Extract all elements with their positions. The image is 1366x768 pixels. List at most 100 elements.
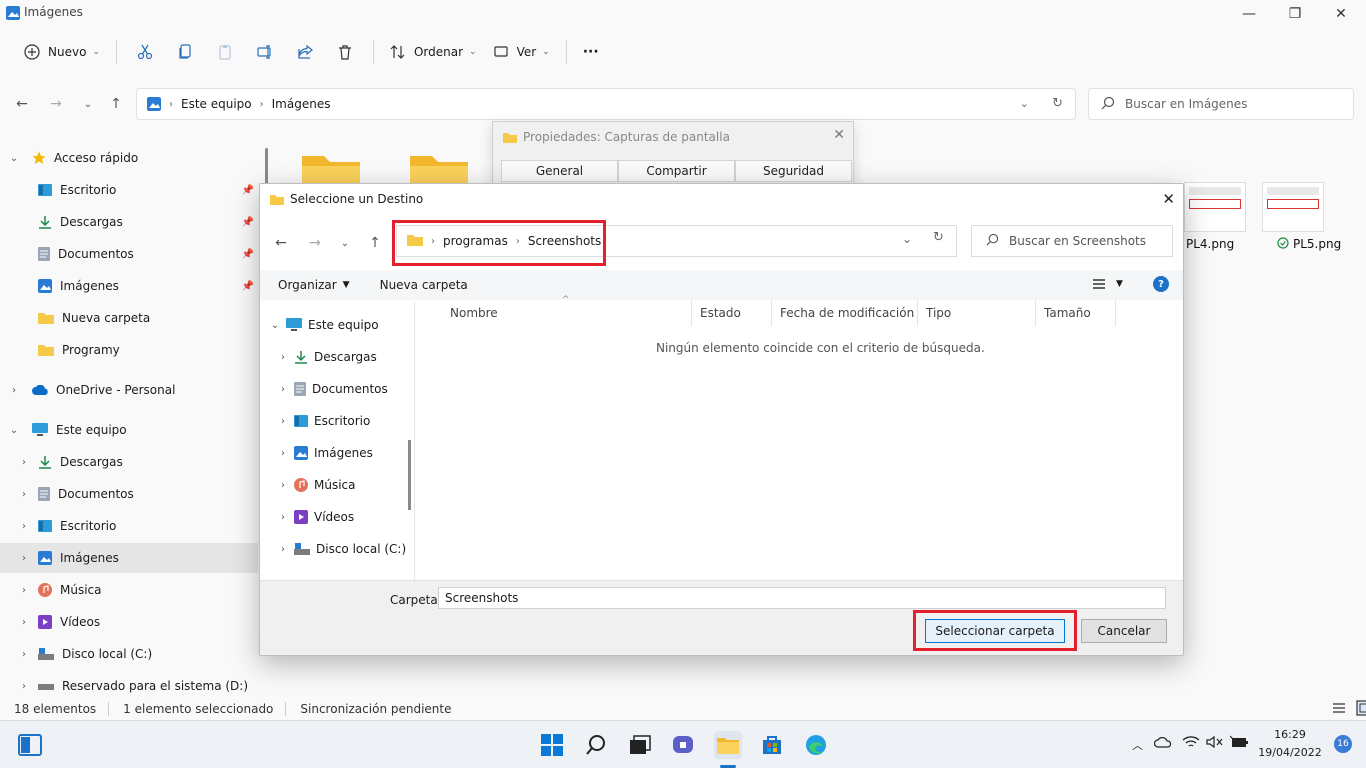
- sort-button[interactable]: Ordenar ⌄: [382, 36, 485, 68]
- details-view-icon[interactable]: [1332, 701, 1346, 718]
- task-view-icon[interactable]: [626, 731, 654, 759]
- new-button[interactable]: Nuevo ⌄: [16, 36, 108, 68]
- onedrive-tray-icon[interactable]: [1153, 736, 1172, 751]
- column-tamano[interactable]: Tamaño: [1036, 300, 1116, 326]
- wifi-icon[interactable]: [1182, 735, 1200, 752]
- recent-locations-button[interactable]: ⌄: [76, 92, 100, 116]
- pin-icon[interactable]: 📌: [242, 217, 254, 228]
- file-name-pl5[interactable]: PL5.png: [1293, 237, 1341, 251]
- dialog-search-box[interactable]: Buscar en Screenshots: [971, 225, 1173, 257]
- organize-button[interactable]: Organizar ▼: [278, 278, 350, 292]
- pin-icon[interactable]: 📌: [242, 281, 254, 292]
- sidebar-item-programy[interactable]: Programy: [0, 335, 258, 365]
- sidebar-pc-musica[interactable]: › Música: [16, 575, 274, 605]
- sidebar-quick-access[interactable]: ⌄ Acceso rápido: [6, 143, 264, 173]
- volume-muted-icon[interactable]: [1206, 735, 1224, 752]
- search-taskbar-icon[interactable]: [582, 731, 610, 759]
- tab-compartir[interactable]: Compartir: [618, 160, 735, 182]
- sidebar-pc-escritorio[interactable]: › Escritorio: [16, 511, 274, 541]
- edge-browser-icon[interactable]: [802, 731, 830, 759]
- tree-disco-c[interactable]: › Disco local (C:): [276, 534, 408, 564]
- dialog-refresh-icon[interactable]: ↻: [933, 230, 944, 245]
- dialog-recent-button[interactable]: ⌄: [334, 232, 356, 254]
- tree-musica[interactable]: › Música: [276, 470, 408, 500]
- address-bar[interactable]: › Este equipo › Imágenes ⌄ ↻: [136, 88, 1076, 120]
- refresh-icon[interactable]: ↻: [1052, 96, 1063, 111]
- share-button[interactable]: [285, 36, 325, 68]
- sidebar-pc-disco-c[interactable]: › Disco local (C:): [16, 639, 274, 669]
- breadcrumb-this-pc[interactable]: Este equipo: [181, 97, 252, 111]
- teams-chat-icon[interactable]: [670, 731, 698, 759]
- search-box[interactable]: Buscar en Imágenes: [1088, 88, 1354, 120]
- system-clock[interactable]: 16:29 19/04/2022: [1258, 726, 1322, 762]
- sidebar-pc-documentos[interactable]: › Documentos: [16, 479, 274, 509]
- pin-icon[interactable]: 📌: [242, 185, 254, 196]
- dialog-back-button[interactable]: ←: [270, 232, 292, 254]
- file-name-pl4[interactable]: PL4.png: [1186, 237, 1234, 251]
- image-thumbnail[interactable]: [1184, 182, 1246, 232]
- tree-videos[interactable]: › Vídeos: [276, 502, 408, 532]
- file-explorer-taskbar-icon[interactable]: [714, 731, 742, 759]
- tree-this-pc[interactable]: ⌄ Este equipo: [268, 310, 408, 340]
- tree-escritorio[interactable]: › Escritorio: [276, 406, 408, 436]
- cancel-button[interactable]: Cancelar: [1081, 619, 1167, 643]
- maximize-button[interactable]: ❐: [1272, 0, 1318, 28]
- paste-button[interactable]: [205, 36, 245, 68]
- tiles-view-icon[interactable]: [1356, 700, 1366, 719]
- show-hidden-icons-icon[interactable]: ︿: [1132, 737, 1143, 753]
- forward-button[interactable]: →: [44, 92, 68, 116]
- up-button[interactable]: ↑: [104, 92, 128, 116]
- sidebar-item-escritorio[interactable]: Escritorio 📌: [0, 175, 258, 205]
- dialog-up-button[interactable]: ↑: [364, 232, 386, 254]
- tree-documentos[interactable]: › Documentos: [276, 374, 408, 404]
- cut-button[interactable]: [125, 36, 165, 68]
- new-folder-button[interactable]: Nueva carpeta: [380, 278, 468, 292]
- folder-name-input[interactable]: Screenshots: [438, 587, 1166, 609]
- close-window-button[interactable]: ✕: [1318, 0, 1364, 28]
- sidebar-item-descargas[interactable]: Descargas 📌: [0, 207, 258, 237]
- column-tipo[interactable]: Tipo: [918, 300, 1036, 326]
- pin-icon[interactable]: 📌: [242, 249, 254, 260]
- tree-imagenes[interactable]: › Imágenes: [276, 438, 408, 468]
- tab-general[interactable]: General: [501, 160, 618, 182]
- dialog-forward-button[interactable]: →: [304, 232, 326, 254]
- widgets-icon[interactable]: [16, 731, 44, 759]
- notification-badge[interactable]: 16: [1334, 735, 1352, 753]
- sidebar-item-documentos[interactable]: Documentos 📌: [0, 239, 258, 269]
- sidebar-pc-disco-d[interactable]: › Reservado para el sistema (D:): [16, 671, 274, 701]
- minimize-button[interactable]: —: [1226, 0, 1272, 28]
- view-options-icon[interactable]: [1092, 278, 1106, 293]
- image-thumbnail[interactable]: [1262, 182, 1324, 232]
- dialog-close-button[interactable]: ✕: [1162, 190, 1175, 208]
- back-button[interactable]: ←: [10, 92, 34, 116]
- delete-button[interactable]: [325, 36, 365, 68]
- start-button-icon[interactable]: [538, 731, 566, 759]
- tree-scrollbar[interactable]: [408, 440, 411, 510]
- battery-charging-icon[interactable]: [1229, 735, 1250, 752]
- tab-seguridad[interactable]: Seguridad: [735, 160, 852, 182]
- sidebar-pc-descargas[interactable]: › Descargas: [16, 447, 274, 477]
- sidebar-item-nueva-carpeta[interactable]: Nueva carpeta: [0, 303, 258, 333]
- toolbar-divider: [372, 40, 374, 64]
- breadcrumb-images[interactable]: Imágenes: [272, 97, 331, 111]
- sidebar-item-imagenes-quick[interactable]: Imágenes 📌: [0, 271, 258, 301]
- help-icon[interactable]: ?: [1153, 276, 1169, 292]
- sidebar-this-pc[interactable]: ⌄ Este equipo: [6, 415, 264, 445]
- sidebar-pc-imagenes[interactable]: › Imágenes: [0, 543, 258, 573]
- column-nombre[interactable]: Nombre: [420, 300, 692, 326]
- more-options-button[interactable]: ···: [575, 36, 607, 68]
- column-fecha[interactable]: Fecha de modificación: [772, 300, 918, 326]
- dialog-address-dropdown-icon[interactable]: ⌄: [902, 232, 912, 246]
- store-icon[interactable]: [758, 731, 786, 759]
- caret-down-icon[interactable]: ▼: [1116, 279, 1123, 289]
- sidebar-pc-videos[interactable]: › Vídeos: [16, 607, 274, 637]
- sidebar-onedrive[interactable]: › OneDrive - Personal: [6, 375, 264, 405]
- rename-button[interactable]: [245, 36, 285, 68]
- copy-button[interactable]: [165, 36, 205, 68]
- properties-close-button[interactable]: ✕: [833, 127, 845, 143]
- column-estado[interactable]: Estado: [692, 300, 772, 326]
- sidebar-scrollbar[interactable]: [265, 148, 268, 188]
- tree-descargas[interactable]: › Descargas: [276, 342, 408, 372]
- view-button[interactable]: Ver ⌄: [485, 36, 558, 68]
- address-dropdown-icon[interactable]: ⌄: [1020, 97, 1029, 110]
